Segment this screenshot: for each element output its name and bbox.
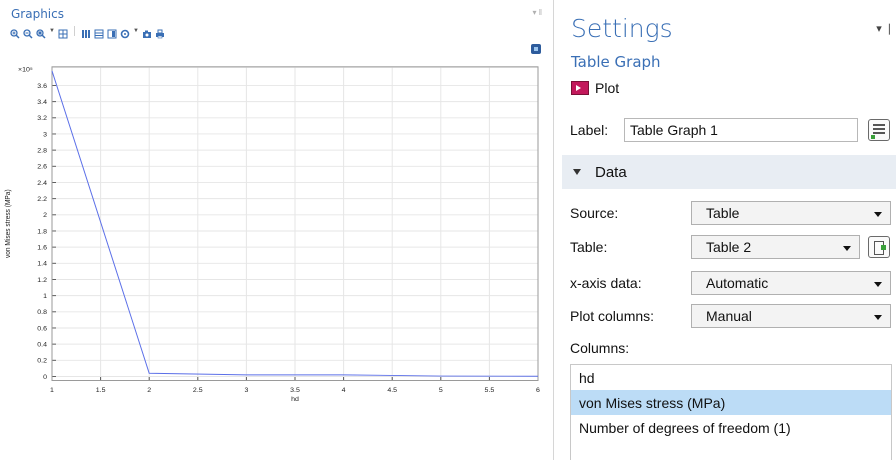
table-row: Table: Table 2 — [570, 235, 892, 259]
table-value: Table 2 — [706, 239, 752, 255]
source-label: Source: — [570, 205, 619, 221]
settings-title: Settings — [571, 14, 673, 43]
x-tick-label: 4.5 — [387, 387, 397, 394]
y-tick-label: 1 — [43, 293, 47, 300]
y-tick-label: 1.8 — [37, 228, 47, 235]
x-tick-label: 1.5 — [96, 387, 106, 394]
y-tick-label: 0.2 — [37, 358, 47, 365]
app-window: Graphics ▾ ‖ ▼ ▼ 0 0.2 0.4 0.6 0.8 1 1.2 1.4 1.6… — [0, 0, 896, 460]
panel-divider[interactable] — [553, 0, 554, 460]
y-tick-label: 0 — [43, 374, 47, 381]
x-tick-label: 2 — [147, 387, 151, 394]
plot-columns-row: Plot columns: Manual — [570, 304, 892, 328]
y-tick-label: 2.8 — [37, 148, 47, 155]
settings-subtitle: Table Graph — [571, 53, 661, 71]
label-field-label: Label: — [570, 122, 609, 138]
columns-label: Columns: — [570, 340, 630, 356]
data-section-header[interactable]: Data — [562, 155, 896, 189]
y-tick-label: 3.6 — [37, 83, 47, 90]
data-section-label: Data — [595, 163, 627, 181]
xaxis-select[interactable]: Automatic — [691, 271, 891, 295]
list-item-selected[interactable]: von Mises stress (MPa) — [571, 390, 891, 415]
columns-list: hd von Mises stress (MPa) Number of degr… — [570, 364, 892, 460]
plot-columns-select[interactable]: Manual — [691, 304, 891, 328]
xaxis-value: Automatic — [706, 275, 769, 291]
xaxis-label: x-axis data: — [570, 275, 642, 291]
y-tick-label: 0.6 — [37, 325, 47, 332]
x-tick-label: 1 — [50, 387, 54, 394]
y-tick-label: 1.2 — [37, 277, 47, 284]
y-tick-label: 2 — [43, 212, 47, 219]
y-tick-label: 2.6 — [37, 164, 47, 171]
x-tick-label: 3.5 — [290, 387, 300, 394]
y-axis-label: von Mises stress (MPa) — [5, 189, 12, 258]
x-axis-label: hd — [291, 396, 299, 403]
label-row: Label: Table Graph 1 — [570, 118, 892, 142]
list-item[interactable]: Number of degrees of freedom (1) — [571, 415, 891, 440]
chevron-down-icon — [843, 246, 851, 251]
y-tick-label: 1.4 — [37, 261, 47, 268]
plot-columns-label: Plot columns: — [570, 308, 655, 324]
x-tick-label: 4 — [342, 387, 346, 394]
plot-button-label: Plot — [595, 80, 620, 96]
table-select[interactable]: Table 2 — [691, 235, 860, 259]
source-row: Source: Table — [570, 201, 892, 225]
source-select[interactable]: Table — [691, 201, 891, 225]
pin-icon[interactable]: ▾ ❘ — [876, 22, 894, 35]
x-tick-label: 5 — [439, 387, 443, 394]
y-tick-label: 2.4 — [37, 180, 47, 187]
plot-icon — [571, 81, 589, 95]
y-tick-label: 0.4 — [37, 342, 47, 349]
y-tick-label: 0.8 — [37, 309, 47, 316]
y-tick-label: 3 — [43, 131, 47, 138]
y-tick-label: 3.2 — [37, 115, 47, 122]
settings-panel: Settings ▾ ❘ Table Graph Plot Label: Tab… — [562, 0, 896, 460]
x-tick-label: 5.5 — [485, 387, 495, 394]
list-item[interactable]: hd — [571, 365, 891, 390]
collapse-caret-icon — [573, 169, 581, 175]
graphics-panel: Graphics ▾ ‖ ▼ ▼ 0 0.2 0.4 0.6 0.8 1 1.2 1.4 1.6… — [0, 0, 548, 405]
label-input[interactable]: Table Graph 1 — [624, 118, 858, 142]
x-tick-label: 3 — [244, 387, 248, 394]
chevron-down-icon — [874, 282, 882, 287]
y-tick-label: 2.2 — [37, 196, 47, 203]
go-to-table-icon[interactable] — [868, 236, 890, 258]
plot-canvas[interactable]: 0 0.2 0.4 0.6 0.8 1 1.2 1.4 1.6 1.8 2 2.2 2.4 2.6 2.8 3… — [0, 0, 548, 405]
plot-button[interactable]: Plot — [571, 79, 619, 97]
table-label: Table: — [570, 239, 608, 255]
x-tick-label: 2.5 — [193, 387, 203, 394]
x-tick-label: 6 — [536, 387, 540, 394]
y-tick-label: 3.4 — [37, 99, 47, 106]
y-tick-label: 1.6 — [37, 245, 47, 252]
xaxis-row: x-axis data: Automatic — [570, 271, 892, 295]
y-multiplier-label: ×10⁵ — [18, 67, 33, 74]
edit-label-icon[interactable] — [868, 119, 890, 141]
source-value: Table — [706, 205, 740, 221]
chevron-down-icon — [874, 212, 882, 217]
plot-columns-value: Manual — [706, 308, 752, 324]
chevron-down-icon — [874, 315, 882, 320]
